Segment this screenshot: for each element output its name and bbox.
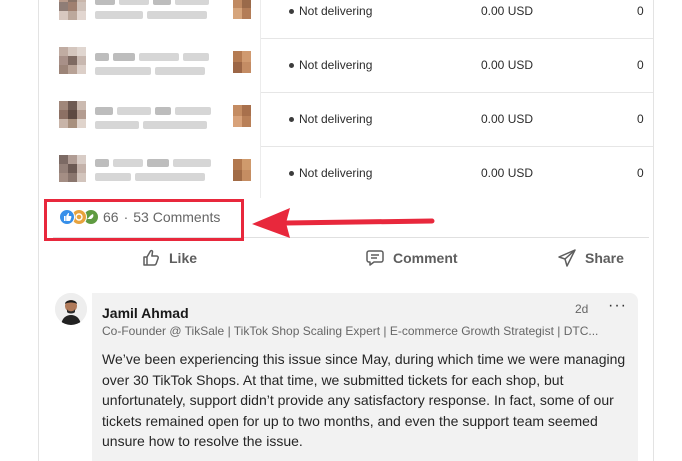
more-options-icon[interactable]: ··· bbox=[608, 297, 627, 315]
table-row: Not delivering 0.00 USD 0 bbox=[51, 0, 653, 39]
amount-spent: 0.00 USD bbox=[481, 58, 534, 72]
results-count: 0 bbox=[637, 112, 644, 126]
annotation-arrow bbox=[252, 208, 435, 238]
ad-thumbnail bbox=[59, 101, 87, 137]
amount-spent: 0.00 USD bbox=[481, 166, 534, 180]
ad-swatch bbox=[233, 51, 251, 73]
comment-author[interactable]: Jamil Ahmad bbox=[102, 305, 189, 321]
ad-swatch bbox=[233, 0, 251, 19]
results-count: 0 bbox=[637, 166, 644, 180]
comment-text: We’ve been experiencing this issue since… bbox=[102, 351, 626, 449]
ad-swatch bbox=[233, 159, 251, 181]
delivery-status: Not delivering bbox=[289, 166, 372, 180]
delivery-status: Not delivering bbox=[289, 112, 372, 126]
post-image-table[interactable]: Not delivering 0.00 USD 0 Not delivering… bbox=[51, 0, 653, 198]
table-row: Not delivering 0.00 USD 0 bbox=[51, 93, 653, 147]
comment-button[interactable]: Comment bbox=[365, 248, 458, 268]
comment-bubble: Jamil Ahmad 2d ··· Co-Founder @ TikSale … bbox=[92, 293, 638, 461]
results-count: 0 bbox=[637, 4, 644, 18]
results-count: 0 bbox=[637, 58, 644, 72]
ad-swatch bbox=[233, 105, 251, 127]
thumbs-up-icon bbox=[143, 249, 159, 266]
avatar[interactable] bbox=[55, 293, 87, 325]
comment-icon bbox=[366, 250, 384, 266]
table-row: Not delivering 0.00 USD 0 bbox=[51, 147, 653, 201]
table-row: Not delivering 0.00 USD 0 bbox=[51, 39, 653, 93]
ad-thumbnail bbox=[59, 0, 87, 29]
ad-thumbnail bbox=[59, 155, 87, 191]
delivery-status: Not delivering bbox=[289, 58, 372, 72]
ad-thumbnail bbox=[59, 47, 87, 83]
like-button[interactable]: Like bbox=[141, 248, 197, 268]
send-icon bbox=[558, 249, 576, 267]
author-headline: Co-Founder @ TikSale | TikTok Shop Scali… bbox=[102, 324, 599, 338]
amount-spent: 0.00 USD bbox=[481, 4, 534, 18]
like-icon bbox=[59, 209, 75, 225]
share-button[interactable]: Share bbox=[557, 248, 624, 268]
comment-timestamp: 2d bbox=[575, 302, 589, 316]
amount-spent: 0.00 USD bbox=[481, 112, 534, 126]
delivery-status: Not delivering bbox=[289, 4, 372, 18]
